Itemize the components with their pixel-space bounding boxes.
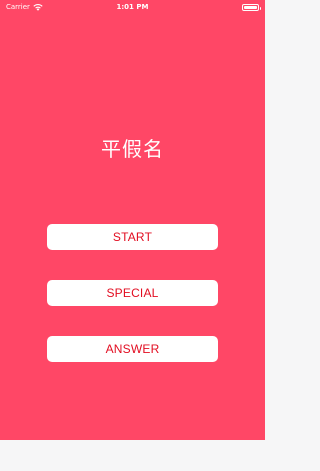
answer-button-label: ANSWER	[105, 342, 160, 356]
bottom-bar	[0, 440, 265, 471]
page-title: 平假名	[101, 137, 164, 161]
start-button[interactable]: START	[47, 224, 218, 250]
start-button-label: START	[112, 230, 153, 244]
main-area: Carrier 1:01 PM 平假名 START SPECIAL ANSWER	[0, 0, 265, 440]
answer-button[interactable]: ANSWER	[47, 336, 218, 362]
status-time: 1:01 PM	[116, 3, 149, 11]
battery-level	[244, 6, 257, 9]
app-screen: Carrier 1:01 PM 平假名 START SPECIAL ANSWER	[0, 0, 265, 471]
status-bar: Carrier 1:01 PM	[0, 0, 265, 14]
battery-icon	[242, 4, 261, 11]
special-button-label: SPECIAL	[106, 286, 159, 300]
special-button[interactable]: SPECIAL	[47, 280, 218, 306]
